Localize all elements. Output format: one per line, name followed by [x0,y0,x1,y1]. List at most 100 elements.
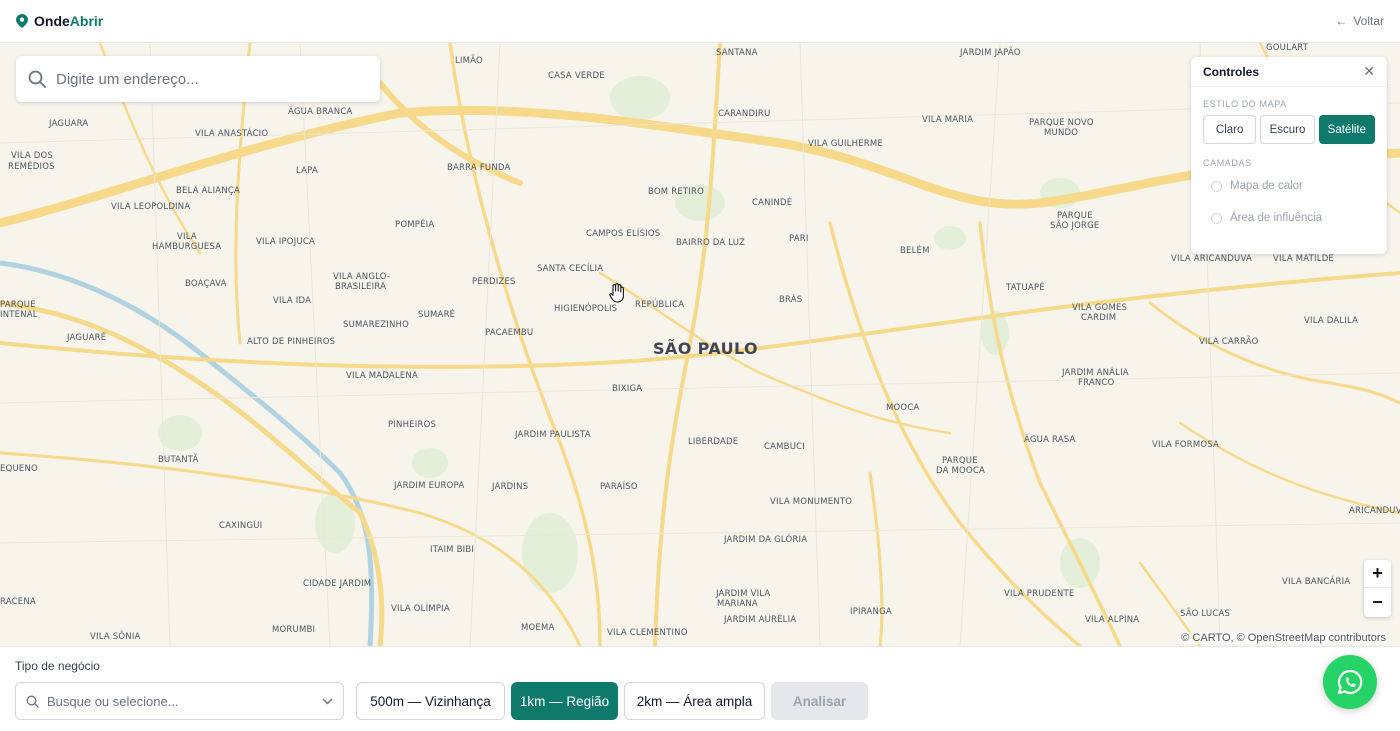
neighborhood-label: JARDIM EUROPA [394,481,465,491]
neighborhood-label: VILA IPOJUCA [256,237,315,247]
neighborhood-label: VILA CLEMENTINO [607,628,688,638]
neighborhood-label: BAIRRO DA LUZ [676,238,746,248]
neighborhood-label: PINHEIROS [388,420,437,430]
map-attribution: © CARTO, © OpenStreetMap contributors [1179,632,1388,644]
neighborhood-label: VILA ALPINA [1085,615,1140,625]
business-type-label: Tipo de negócio [15,659,100,673]
neighborhood-label: VILA ARICANDUVA [1171,254,1252,264]
map-style-escuro-button[interactable]: Escuro [1260,115,1315,144]
whatsapp-button[interactable] [1323,655,1377,709]
neighborhood-label: INTENAL [0,310,38,320]
radio-icon[interactable] [1211,180,1222,192]
controls-title: Controles [1203,64,1260,79]
neighborhood-label: VILA ANASTÁCIO [195,129,269,139]
neighborhood-label: LIBERDADE [688,437,739,447]
brand-logo[interactable]: OndeAbrir [16,13,103,29]
neighborhood-label: JARDIM ANÁLIA [1062,368,1129,378]
zoom-out-button[interactable]: − [1364,588,1391,616]
radius-2km-button[interactable]: 2km — Área ampla [624,682,765,720]
close-icon[interactable]: ✕ [1363,63,1375,80]
map-style-claro-button[interactable]: Claro [1203,115,1257,144]
neighborhood-label: BARRA FUNDA [447,163,511,173]
controls-header: Controles ✕ [1191,57,1387,87]
top-bar: OndeAbrir ← Voltar [0,0,1400,43]
neighborhood-label: PARI [789,234,809,244]
neighborhood-label: FRANCO [1078,378,1115,388]
neighborhood-label: PARQUE NOVO [1029,118,1094,128]
neighborhood-label: JAGUARÉ [67,333,107,343]
neighborhood-label: REPÚBLICA [635,300,685,310]
neighborhood-label: ÁGUA BRANCA [288,107,353,117]
neighborhood-label: JAGUARA [49,119,89,129]
neighborhood-label: VILA GUILHERME [808,139,883,149]
controls-panel: Controles ✕ ESTILO DO MAPA Claro Escuro … [1191,57,1387,254]
neighborhood-label: RACENA [0,597,36,607]
layer-heatmap-label: Mapa de calor [1230,180,1303,192]
neighborhood-label: JARDINS [492,482,529,492]
business-type-select[interactable]: Busque ou selecione... [15,682,344,720]
neighborhood-label: MUNDO [1044,128,1079,138]
layer-heatmap-option[interactable]: Mapa de calor [1191,170,1387,202]
neighborhood-label: CARANDIRU [718,109,771,119]
neighborhood-label: ITAIM BIBI [430,545,475,555]
neighborhood-label: BIXIGA [612,384,643,394]
neighborhood-label: EQUENO [0,464,38,474]
neighborhood-label: PARQUE [1057,211,1093,221]
map-canvas[interactable]: LIMÃO SANTANA JARDIM JAPÃO GOULART CASA … [0,43,1400,646]
neighborhood-label: JARDIM VILA [716,589,771,599]
neighborhood-label: SÃO JORGE [1050,221,1100,231]
back-button[interactable]: ← Voltar [1335,14,1384,28]
neighborhood-label: VILA [177,232,197,242]
neighborhood-label: VILA SÔNIA [90,632,141,642]
layer-influence-label: Área de influência [1230,212,1323,224]
layers-section-label: CAMADAS [1203,158,1252,168]
brand-name-part1: Onde [34,13,70,29]
zoom-controls: + − [1364,560,1391,617]
back-label: Voltar [1353,14,1384,28]
neighborhood-label: CARDIM [1081,313,1117,323]
address-search-input[interactable] [56,70,356,88]
neighborhood-label: BOM RETIRO [648,187,704,197]
neighborhood-label: CIDADE JARDIM [303,579,372,589]
radius-1km-button[interactable]: 1km — Região [511,682,618,720]
neighborhood-label: SUMARÉ [418,310,456,320]
zoom-in-button[interactable]: + [1364,560,1391,588]
neighborhood-label: PARAÍSO [600,482,638,492]
neighborhood-label: PACAEMBU [485,328,534,338]
neighborhood-label: VILA MARIA [922,115,974,125]
neighborhood-label: POMPÉIA [395,220,435,230]
neighborhood-label: JARDIM JAPÃO [960,48,1021,58]
location-pin-icon [16,14,28,28]
hand-cursor-icon [609,283,624,303]
analyze-button[interactable]: Analisar [771,682,868,720]
neighborhood-label: ALTO DE PINHEIROS [247,337,336,347]
map-style-options: Claro Escuro Satélite [1191,109,1387,144]
business-type-placeholder: Busque ou selecione... [47,693,179,709]
neighborhood-label: PARQUE [0,300,36,310]
radius-500m-button[interactable]: 500m — Vizinhança [356,682,505,720]
neighborhood-label: SANTANA [716,48,758,58]
neighborhood-label: BRÁS [779,295,803,305]
neighborhood-label: DA MOOCA [936,466,985,476]
neighborhood-label: CAXINGUI [219,521,263,531]
neighborhood-label: VILA BANCÁRIA [1282,577,1351,587]
arrow-left-icon: ← [1335,14,1348,28]
brand-name-part2: Abrir [69,13,104,29]
neighborhood-label: IPIRANGA [850,607,892,617]
layer-influence-option[interactable]: Área de influência [1191,202,1387,234]
neighborhood-label: HAMBURGUESA [152,242,222,252]
neighborhood-label: VILA FORMOSA [1152,440,1220,450]
chevron-down-icon [322,698,333,704]
neighborhood-label: LIMÃO [455,56,483,66]
neighborhood-label: JARDIM PAULISTA [515,430,591,440]
map-style-satelite-button[interactable]: Satélite [1318,115,1375,144]
neighborhood-label: BUTANTÃ [158,455,199,465]
address-search-box[interactable] [16,56,380,102]
neighborhood-label: VILA MONUMENTO [770,497,853,507]
radio-icon[interactable] [1211,212,1222,224]
neighborhood-label: PARQUE [942,456,978,466]
neighborhood-label: VILA MATILDE [1273,254,1335,264]
neighborhood-label: VILA DALILA [1304,316,1359,326]
neighborhood-label: BRASILEIRA [335,282,387,292]
neighborhood-label: PERDIZES [472,277,516,287]
